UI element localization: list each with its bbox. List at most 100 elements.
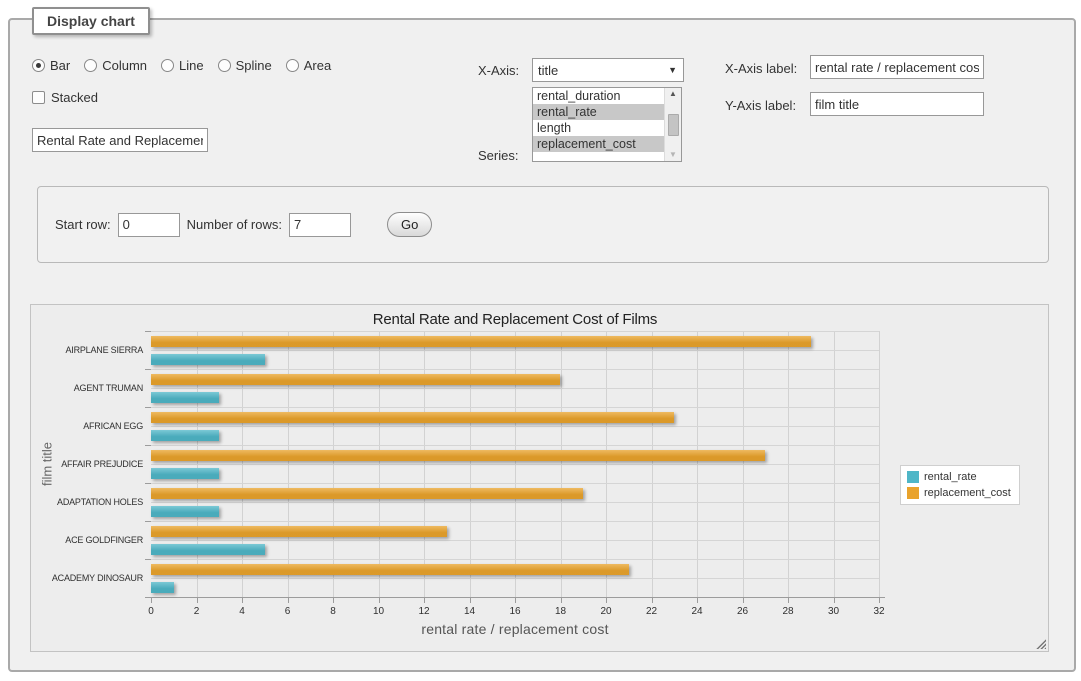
y-axis-tick [145,369,151,370]
x-axis-tick-label: 28 [773,606,803,617]
resize-handle-icon[interactable] [1035,638,1046,649]
gridline-y [151,540,879,541]
x-axis-tick [515,598,516,603]
start-row-input[interactable] [118,213,180,237]
x-axis-tick-label: 6 [273,606,303,617]
y-axis-tick [145,559,151,560]
x-axis-tick [379,598,380,603]
radio-button-area[interactable] [286,59,299,72]
x-axis-tick-label: 14 [455,606,485,617]
y-axis-label-input[interactable] [810,92,984,116]
bar-replacement_cost[interactable] [151,374,560,385]
radio-button-line[interactable] [161,59,174,72]
series-option-length[interactable]: length [533,120,664,136]
x-axis-tick-label: 26 [728,606,758,617]
radio-button-bar[interactable] [32,59,45,72]
bar-replacement_cost[interactable] [151,450,765,461]
series-option-rental_duration[interactable]: rental_duration [533,88,664,104]
radio-label: Column [102,58,147,73]
y-axis-tick [145,407,151,408]
bar-replacement_cost[interactable] [151,526,447,537]
chart-type-option-column: Column [84,58,147,73]
series-listbox[interactable]: rental_durationrental_ratelengthreplacem… [532,87,682,162]
scroll-up-icon[interactable]: ▲ [669,89,677,99]
bar-rental_rate[interactable] [151,506,219,517]
x-axis-tick [652,598,653,603]
gridline-y [151,502,879,503]
chart-type-radio-group: Bar Column Line Spline Area [32,58,331,73]
gridline-y [151,483,879,484]
gridline-y [151,426,879,427]
num-rows-input[interactable] [289,213,351,237]
gridline-y [151,331,879,332]
bar-rental_rate[interactable] [151,430,219,441]
category-label: AIRPLANE SIERRA [31,345,143,355]
scrollbar-thumb[interactable] [668,114,679,136]
bar-rental_rate[interactable] [151,544,265,555]
chart-title-input[interactable] [32,128,208,152]
bar-rental_rate[interactable] [151,354,265,365]
x-axis-tick [743,598,744,603]
y-axis-tick [145,597,151,598]
bar-rental_rate[interactable] [151,468,219,479]
x-axis-label-field-label: X-Axis label: [725,61,797,76]
stacked-checkbox[interactable] [32,91,45,104]
radio-button-column[interactable] [84,59,97,72]
radio-label: Area [304,58,331,73]
bar-rental_rate[interactable] [151,582,174,593]
x-axis-tick [606,598,607,603]
x-axis-label-input[interactable] [810,55,984,79]
x-axis-tick-label: 32 [864,606,894,617]
gridline-y [151,578,879,579]
radio-label: Bar [50,58,70,73]
series-select-label: Series: [478,148,518,163]
gridline-y [151,388,879,389]
chart-legend: rental_rate replacement_cost [900,465,1020,505]
series-option-replacement_cost[interactable]: replacement_cost [533,136,664,152]
scroll-down-icon[interactable]: ▼ [669,150,677,160]
chart-type-option-bar: Bar [32,58,70,73]
x-axis-tick-label: 16 [500,606,530,617]
x-axis-tick-label: 8 [318,606,348,617]
bar-rental_rate[interactable] [151,392,219,403]
num-rows-label: Number of rows: [187,217,282,232]
legend-label: rental_rate [924,471,977,483]
x-axis-tick-label: 4 [227,606,257,617]
x-axis-tick [242,598,243,603]
bar-replacement_cost[interactable] [151,488,583,499]
gridline-y [151,369,879,370]
x-axis-tick [333,598,334,603]
gridline-y [151,350,879,351]
x-axis-tick [470,598,471,603]
category-label: AFFAIR PREJUDICE [31,459,143,469]
legend-label: replacement_cost [924,487,1011,499]
legend-swatch-icon [907,471,919,483]
category-label: ADAPTATION HOLES [31,497,143,507]
gridline-y [151,464,879,465]
x-axis-selected-value: title [538,63,558,78]
x-axis-select[interactable]: title ▼ [532,58,684,82]
row-range-panel: Start row: Number of rows: Go [37,186,1049,263]
x-axis-tick-label: 24 [682,606,712,617]
x-axis-tick-label: 22 [637,606,667,617]
x-axis-tick-label: 18 [546,606,576,617]
y-axis-tick [145,521,151,522]
stacked-option: Stacked [32,90,98,105]
bar-replacement_cost[interactable] [151,564,629,575]
chart-type-option-line: Line [161,58,204,73]
gridline-y [151,521,879,522]
x-axis-tick [788,598,789,603]
series-scrollbar[interactable]: ▲ ▼ [664,88,681,161]
series-option-rental_rate[interactable]: rental_rate [533,104,664,120]
chevron-down-icon: ▼ [668,65,677,75]
radio-label: Spline [236,58,272,73]
x-axis-select-label: X-Axis: [478,63,519,78]
x-axis-tick-label: 20 [591,606,621,617]
chart-type-option-area: Area [286,58,331,73]
go-button[interactable]: Go [387,212,432,237]
bar-replacement_cost[interactable] [151,412,674,423]
radio-button-spline[interactable] [218,59,231,72]
bar-replacement_cost[interactable] [151,336,811,347]
legend-swatch-icon [907,487,919,499]
category-label: ACE GOLDFINGER [31,535,143,545]
